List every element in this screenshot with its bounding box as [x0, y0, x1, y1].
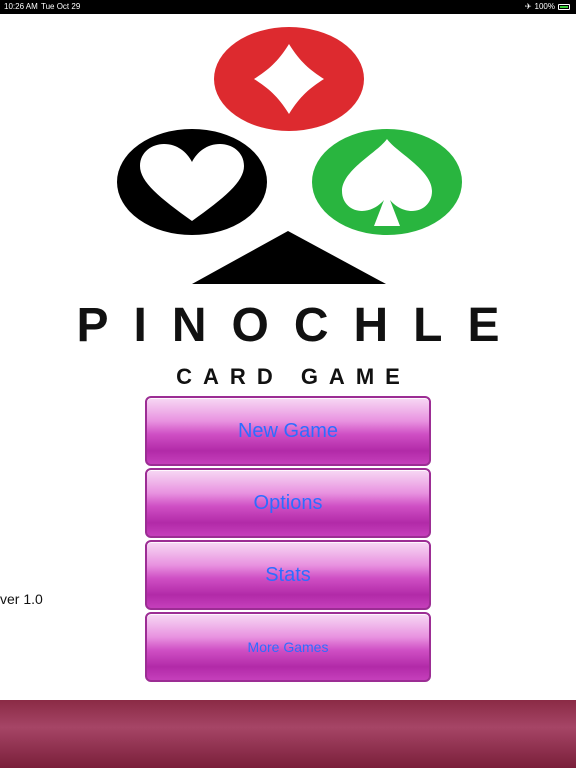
bottom-bar	[0, 700, 576, 768]
status-bar: 10:26 AM Tue Oct 29 ✈ 100%	[0, 0, 576, 14]
heart-icon	[117, 129, 267, 235]
options-label: Options	[253, 491, 323, 514]
new-game-button[interactable]: New Game	[145, 396, 431, 466]
battery-icon	[558, 3, 570, 10]
club-icon	[192, 231, 386, 284]
status-date: Tue Oct 29	[41, 2, 81, 11]
app-subtitle: CARD GAME	[176, 364, 411, 389]
suits-logo	[117, 27, 462, 284]
stats-button[interactable]: Stats	[145, 540, 431, 610]
status-right: ✈ 100%	[525, 2, 570, 11]
diamond-icon	[214, 27, 364, 131]
version-label: ver 1.0	[0, 591, 43, 607]
new-game-label: New Game	[237, 419, 339, 442]
stats-label: Stats	[265, 563, 311, 586]
options-button[interactable]: Options	[145, 468, 431, 538]
status-time: 10:26 AM	[4, 2, 38, 11]
battery-percent: 100%	[534, 2, 555, 11]
app-title: PINOCHLE	[76, 299, 525, 352]
spade-icon	[312, 129, 462, 235]
more-games-label: More Games	[247, 639, 329, 655]
more-games-button[interactable]: More Games	[145, 612, 431, 682]
airplane-icon: ✈	[524, 2, 532, 11]
